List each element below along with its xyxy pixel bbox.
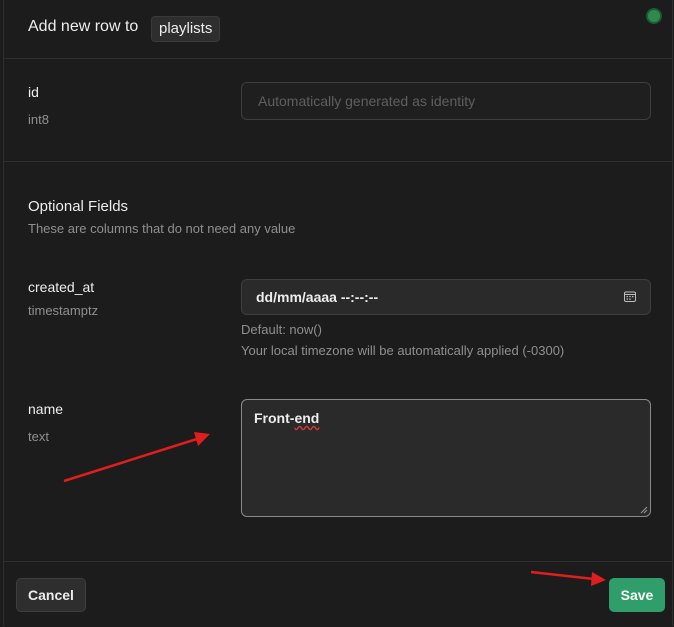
field-label-created-at: created_at: [28, 279, 95, 295]
field-label-name: name: [28, 401, 64, 417]
panel-footer: Cancel Save: [4, 561, 672, 627]
save-button[interactable]: Save: [609, 578, 665, 612]
created-at-timezone-text: Your local timezone will be automaticall…: [241, 343, 565, 358]
section-divider: [4, 161, 672, 162]
name-value-misspelled: end: [294, 410, 320, 426]
name-value-prefix: Front-: [254, 410, 295, 426]
field-type-id: int8: [28, 112, 49, 127]
panel-header: Add new row to playlists: [4, 0, 672, 59]
calendar-icon[interactable]: [624, 291, 636, 302]
field-type-name: text: [28, 429, 49, 444]
optional-fields-title: Optional Fields: [28, 198, 129, 215]
add-row-panel: Add new row to playlists id int8 Automat…: [3, 0, 673, 626]
created-at-default-text: Default: now(): [241, 322, 322, 337]
optional-fields-description: These are columns that do not need any v…: [28, 221, 296, 236]
field-label-id: id: [28, 84, 39, 100]
field-type-created-at: timestamptz: [28, 303, 99, 318]
created-at-value: dd/mm/aaaa --:--:--: [256, 289, 379, 305]
status-dot-icon: [646, 8, 662, 24]
panel-title: Add new row to: [28, 18, 139, 35]
created-at-input[interactable]: dd/mm/aaaa --:--:--: [241, 279, 651, 315]
resize-grip-icon[interactable]: [640, 506, 648, 514]
table-name-badge: playlists: [151, 16, 221, 42]
name-textarea[interactable]: Front-end: [241, 399, 651, 517]
id-input[interactable]: Automatically generated as identity: [241, 82, 651, 120]
cancel-button[interactable]: Cancel: [16, 578, 86, 612]
